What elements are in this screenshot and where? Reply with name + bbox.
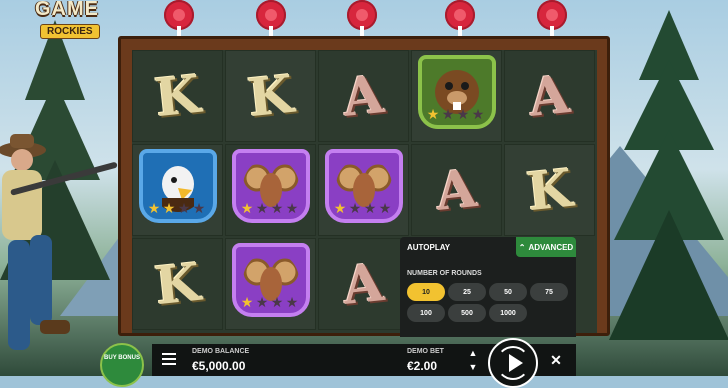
advanced-label: ADVANCED <box>528 242 574 252</box>
reel-cell: ★ ★ ★ ★ <box>225 238 316 330</box>
rounds-option-500[interactable]: 500 <box>448 304 486 322</box>
reel-cell: K <box>132 238 223 330</box>
star-rating: ★ ★ ★ ★ <box>240 295 299 309</box>
pine-tree <box>609 0 728 376</box>
bet-value: €2.00 <box>407 359 438 373</box>
star-rating: ★ ★ ★ ★ <box>333 201 392 215</box>
hunter-character <box>0 134 118 350</box>
reel-cell: K <box>132 50 223 142</box>
reel-cell: K <box>225 50 316 142</box>
bet-label: DEMO BET <box>407 348 444 355</box>
reel-cell: ★ ★ ★ ★ <box>132 144 223 236</box>
star-icon: ★ <box>285 200 299 216</box>
star-icon: ★ <box>255 294 269 310</box>
ram-symbol: ★ ★ ★ ★ <box>232 149 310 223</box>
reel-cell: ★ ★ ★ ★ <box>411 50 502 142</box>
star-rating: ★ ★ ★ ★ <box>426 107 485 121</box>
star-icon: ★ <box>147 200 161 216</box>
symbol-a: A <box>433 157 480 223</box>
star-icon: ★ <box>192 200 206 216</box>
beaver-symbol: ★ ★ ★ ★ <box>418 55 496 129</box>
bet-decrease-icon[interactable]: ▼ <box>468 362 478 372</box>
symbol-k: K <box>151 251 204 317</box>
star-icon: ★ <box>363 200 377 216</box>
symbol-a: A <box>340 63 387 129</box>
advanced-button[interactable]: ⌃ ADVANCED <box>516 237 576 257</box>
ram-symbol: ★ ★ ★ ★ <box>325 149 403 223</box>
star-rating: ★ ★ ★ ★ <box>240 201 299 215</box>
rounds-option-10[interactable]: 10 <box>407 283 445 301</box>
symbol-a: A <box>340 251 387 317</box>
reel-cell: A <box>504 50 595 142</box>
buy-bonus-button[interactable]: BUY BONUS <box>100 343 144 387</box>
target-icon <box>445 0 475 42</box>
star-icon: ★ <box>177 200 191 216</box>
logo-subtitle: ROCKIES <box>40 24 100 39</box>
balance-value: €5,000.00 <box>192 359 246 373</box>
balance-box: DEMO BALANCE €5,000.00 <box>152 344 400 376</box>
balance-label: DEMO BALANCE <box>192 348 250 355</box>
symbol-a: A <box>526 63 573 129</box>
buy-bonus-label: BUY BONUS <box>104 355 140 361</box>
star-icon: ★ <box>333 200 347 216</box>
star-icon: ★ <box>270 200 284 216</box>
star-icon: ★ <box>240 294 254 310</box>
star-icon: ★ <box>456 106 470 122</box>
target-icon <box>256 0 286 42</box>
star-icon: ★ <box>378 200 392 216</box>
rounds-label: NUMBER OF ROUNDS <box>407 270 482 277</box>
star-icon: ★ <box>240 200 254 216</box>
spin-button[interactable] <box>488 338 538 388</box>
logo-title: GAME <box>35 0 99 20</box>
chevron-up-icon: ⌃ <box>518 242 526 252</box>
menu-icon[interactable] <box>162 353 176 365</box>
spin-icon <box>496 346 530 380</box>
star-rating: ★ ★ ★ ★ <box>147 201 206 215</box>
reel-cell: A <box>411 144 502 236</box>
reel-cell: A <box>318 50 409 142</box>
rounds-option-75[interactable]: 75 <box>530 283 568 301</box>
rounds-option-100[interactable]: 100 <box>407 304 445 322</box>
symbol-k: K <box>151 63 204 129</box>
star-icon: ★ <box>270 294 284 310</box>
star-icon: ★ <box>255 200 269 216</box>
star-icon: ★ <box>471 106 485 122</box>
reel-cell: ★ ★ ★ ★ <box>225 144 316 236</box>
rounds-option-1000[interactable]: 1000 <box>489 304 527 322</box>
target-icon <box>347 0 377 42</box>
rounds-option-25[interactable]: 25 <box>448 283 486 301</box>
star-icon: ★ <box>285 294 299 310</box>
autoplay-panel: AUTOPLAY ⌃ ADVANCED NUMBER OF ROUNDS 10 … <box>400 237 576 337</box>
symbol-k: K <box>523 157 576 223</box>
star-icon: ★ <box>348 200 362 216</box>
star-icon: ★ <box>426 106 440 122</box>
close-icon[interactable]: ✕ <box>548 352 564 368</box>
rounds-option-50[interactable]: 50 <box>489 283 527 301</box>
target-icon <box>537 0 567 42</box>
star-icon: ★ <box>441 106 455 122</box>
eagle-symbol: ★ ★ ★ ★ <box>139 149 217 223</box>
ram-symbol: ★ ★ ★ ★ <box>232 243 310 317</box>
game-logo: GAME ROCKIES <box>22 0 112 39</box>
star-icon: ★ <box>162 200 176 216</box>
reel-cell: K <box>504 144 595 236</box>
reel-cell: A <box>318 238 409 330</box>
autoplay-title: AUTOPLAY <box>407 243 451 252</box>
target-icon <box>164 0 194 42</box>
reel-cell: ★ ★ ★ ★ <box>318 144 409 236</box>
symbol-k: K <box>244 63 297 129</box>
bet-increase-icon[interactable]: ▲ <box>468 348 478 358</box>
